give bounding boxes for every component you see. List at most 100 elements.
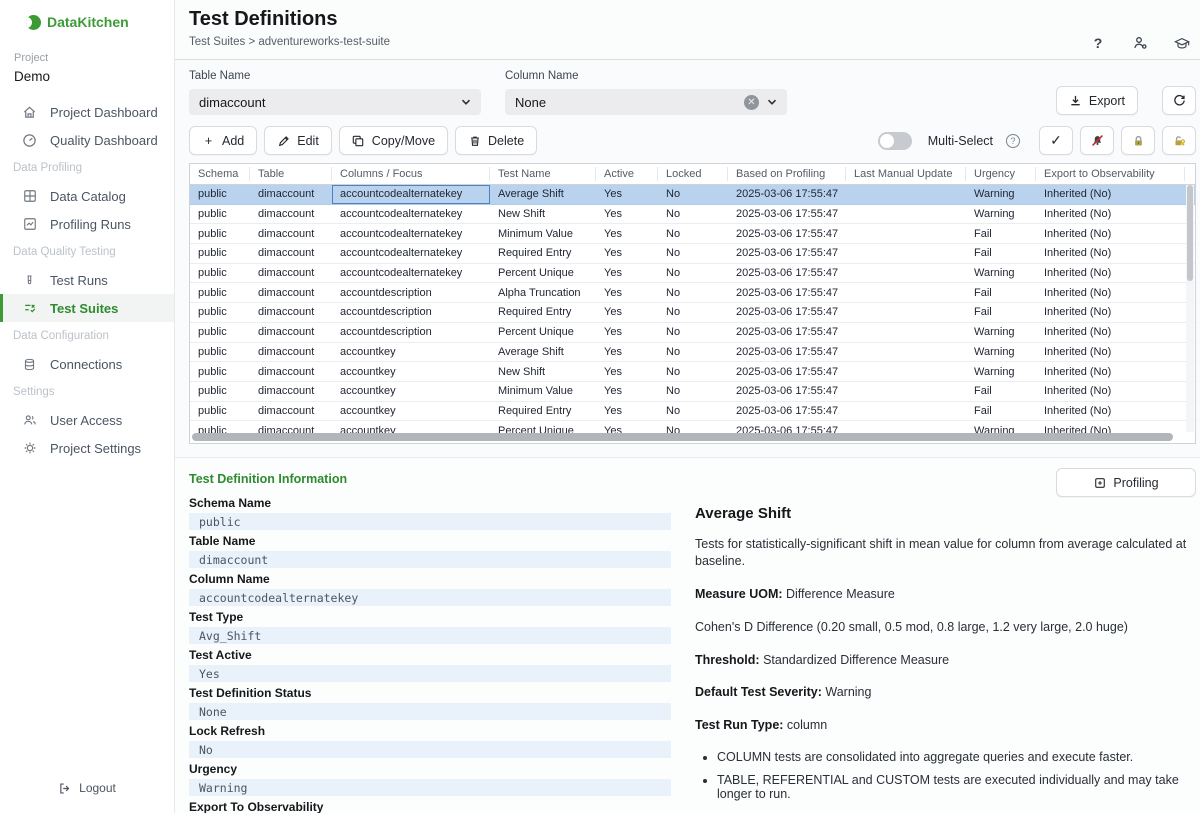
table-cell[interactable]: Yes — [596, 323, 658, 342]
profiling-button[interactable]: Profiling — [1056, 468, 1196, 497]
table-cell[interactable]: No — [658, 402, 728, 421]
table-cell[interactable]: dimaccount — [250, 205, 332, 224]
table-cell[interactable]: Required Entry — [490, 303, 596, 322]
table-cell[interactable]: No — [658, 224, 728, 243]
table-cell[interactable]: accountkey — [332, 382, 490, 401]
multi-select-toggle[interactable] — [878, 132, 912, 150]
table-cell[interactable]: Inherited (No) — [1036, 224, 1185, 243]
table-cell[interactable]: Minimum Value — [490, 382, 596, 401]
table-cell[interactable]: public — [190, 362, 250, 381]
table-cell[interactable]: Average Shift — [490, 185, 596, 204]
table-cell[interactable]: No — [658, 185, 728, 204]
table-cell[interactable]: Yes — [596, 382, 658, 401]
table-cell[interactable]: accountcodealternatekey — [332, 185, 490, 204]
table-cell[interactable]: Warning — [966, 343, 1036, 362]
table-cell[interactable]: Yes — [596, 362, 658, 381]
table-cell[interactable]: 2025-03-06 17:55:47 — [728, 362, 846, 381]
table-cell[interactable]: dimaccount — [250, 303, 332, 322]
table-cell[interactable]: Inherited (No) — [1036, 264, 1185, 283]
table-cell[interactable]: Yes — [596, 244, 658, 263]
table-cell[interactable]: Inherited (No) — [1036, 185, 1185, 204]
table-cell[interactable]: Yes — [596, 185, 658, 204]
table-cell[interactable]: Yes — [596, 303, 658, 322]
header-cell[interactable]: Urgency — [966, 164, 1036, 184]
table-cell[interactable]: accountkey — [332, 362, 490, 381]
table-row[interactable]: publicdimaccountaccountcodealternatekeyN… — [190, 205, 1195, 225]
table-cell[interactable]: dimaccount — [250, 264, 332, 283]
header-cell[interactable]: Schema — [190, 164, 250, 184]
table-row[interactable]: publicdimaccountaccountdescriptionPercen… — [190, 323, 1195, 343]
table-cell[interactable]: No — [658, 283, 728, 302]
table-cell[interactable]: 2025-03-06 17:55:47 — [728, 343, 846, 362]
header-cell[interactable]: Test Name — [490, 164, 596, 184]
table-cell[interactable]: public — [190, 224, 250, 243]
table-cell[interactable]: Alpha Truncation — [490, 283, 596, 302]
table-cell[interactable]: Percent Unique — [490, 264, 596, 283]
unlock-button[interactable] — [1162, 126, 1196, 155]
vertical-scrollbar-thumb[interactable] — [1187, 185, 1193, 281]
table-cell[interactable]: Yes — [596, 402, 658, 421]
table-cell[interactable]: Inherited (No) — [1036, 382, 1185, 401]
refresh-button[interactable] — [1162, 86, 1196, 115]
table-cell[interactable]: No — [658, 382, 728, 401]
table-cell[interactable]: 2025-03-06 17:55:47 — [728, 244, 846, 263]
table-name-select[interactable]: dimaccount — [189, 89, 481, 115]
delete-button[interactable]: Delete — [455, 126, 537, 155]
table-row[interactable]: publicdimaccountaccountcodealternatekeyP… — [190, 264, 1195, 284]
table-cell[interactable]: Yes — [596, 264, 658, 283]
header-cell[interactable]: Based on Profiling — [728, 164, 846, 184]
table-cell[interactable]: Warning — [966, 185, 1036, 204]
table-cell[interactable]: 2025-03-06 17:55:47 — [728, 382, 846, 401]
table-cell[interactable]: Warning — [966, 205, 1036, 224]
table-cell[interactable]: Average Shift — [490, 343, 596, 362]
table-cell[interactable]: dimaccount — [250, 185, 332, 204]
table-cell[interactable]: No — [658, 205, 728, 224]
table-cell[interactable]: Inherited (No) — [1036, 205, 1185, 224]
add-button[interactable]: + Add — [189, 126, 257, 155]
table-cell[interactable] — [846, 323, 966, 342]
table-cell[interactable]: No — [658, 303, 728, 322]
table-cell[interactable]: 2025-03-06 17:55:47 — [728, 224, 846, 243]
table-cell[interactable]: No — [658, 362, 728, 381]
table-cell[interactable]: accountdescription — [332, 283, 490, 302]
header-cell[interactable]: Last Manual Update — [846, 164, 966, 184]
table-cell[interactable]: Yes — [596, 224, 658, 243]
column-name-select[interactable]: None ✕ — [505, 89, 787, 115]
table-cell[interactable] — [846, 303, 966, 322]
header-cell[interactable]: Columns / Focus — [332, 164, 490, 184]
header-cell[interactable]: Table — [250, 164, 332, 184]
table-cell[interactable]: Inherited (No) — [1036, 244, 1185, 263]
table-cell[interactable]: public — [190, 244, 250, 263]
sidebar-item-user-access[interactable]: User Access — [0, 406, 174, 434]
table-cell[interactable]: No — [658, 323, 728, 342]
horizontal-scrollbar-thumb[interactable] — [192, 433, 1173, 441]
table-cell[interactable]: public — [190, 303, 250, 322]
table-cell[interactable]: New Shift — [490, 362, 596, 381]
table-cell[interactable]: public — [190, 323, 250, 342]
table-cell[interactable]: accountdescription — [332, 323, 490, 342]
table-row[interactable]: publicdimaccountaccountcodealternatekeyR… — [190, 244, 1195, 264]
table-cell[interactable]: accountkey — [332, 343, 490, 362]
table-row[interactable]: publicdimaccountaccountkeyRequired Entry… — [190, 402, 1195, 422]
lock-button[interactable] — [1121, 126, 1155, 155]
table-cell[interactable]: accountdescription — [332, 303, 490, 322]
table-cell[interactable]: public — [190, 283, 250, 302]
table-cell[interactable] — [846, 283, 966, 302]
table-cell[interactable] — [846, 205, 966, 224]
table-cell[interactable]: 2025-03-06 17:55:47 — [728, 264, 846, 283]
table-cell[interactable]: public — [190, 382, 250, 401]
table-cell[interactable]: accountkey — [332, 402, 490, 421]
table-cell[interactable]: public — [190, 185, 250, 204]
table-cell[interactable]: No — [658, 244, 728, 263]
user-admin-icon[interactable] — [1132, 35, 1148, 51]
table-cell[interactable]: dimaccount — [250, 362, 332, 381]
info-icon[interactable]: ? — [1006, 134, 1020, 148]
table-cell[interactable]: Required Entry — [490, 402, 596, 421]
table-cell[interactable] — [846, 264, 966, 283]
table-cell[interactable]: New Shift — [490, 205, 596, 224]
header-cell[interactable]: Active — [596, 164, 658, 184]
table-cell[interactable] — [846, 362, 966, 381]
header-cell[interactable]: Locked — [658, 164, 728, 184]
table-row[interactable]: publicdimaccountaccountdescriptionAlpha … — [190, 283, 1195, 303]
table-cell[interactable]: 2025-03-06 17:55:47 — [728, 323, 846, 342]
